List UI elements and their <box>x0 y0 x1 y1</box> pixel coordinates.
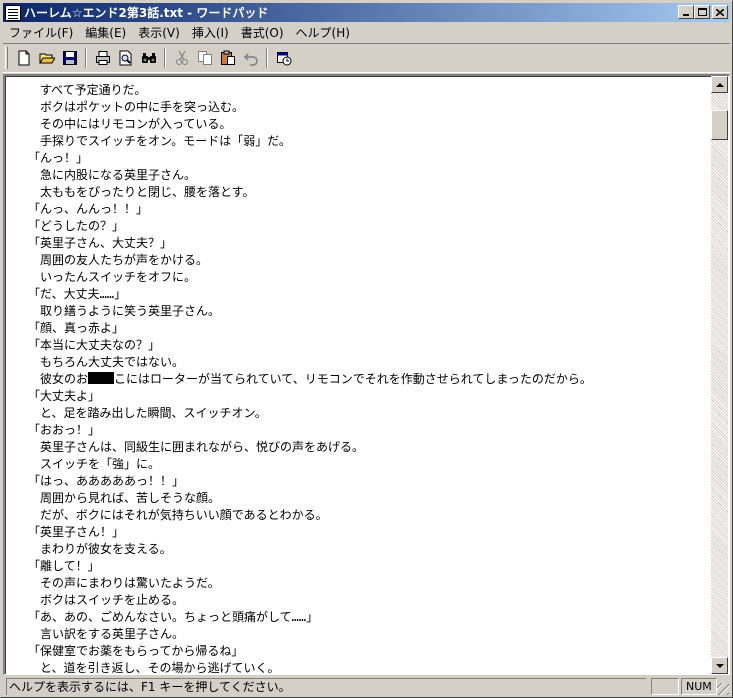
document-text-region[interactable]: すべて予定通りだ。 ボクはポケットの中に手を突っ込む。 その中にはリモコンが入っ… <box>5 76 712 674</box>
text-line[interactable]: と、道を引き返し、その場から逃げていく。 <box>28 660 592 674</box>
text-line[interactable]: 「英里子さん、大丈夫？」 <box>28 235 592 252</box>
text-line[interactable]: 「んっ！」 <box>28 150 592 167</box>
text-line[interactable]: 英里子さんは、同級生に囲まれながら、悦びの声をあげる。 <box>28 439 592 456</box>
text-line[interactable]: ボクはポケットの中に手を突っ込む。 <box>28 99 592 116</box>
menu-format[interactable]: 書式(O) <box>235 24 290 41</box>
paste-button[interactable] <box>216 47 239 69</box>
document-text[interactable]: すべて予定通りだ。 ボクはポケットの中に手を突っ込む。 その中にはリモコンが入っ… <box>28 82 592 674</box>
maximize-icon <box>697 8 707 16</box>
text-line[interactable]: ボクはスイッチを止める。 <box>28 592 592 609</box>
text-line[interactable]: 「離して！」 <box>28 558 592 575</box>
document-area[interactable]: すべて予定通りだ。 ボクはポケットの中に手を突っ込む。 その中にはリモコンが入っ… <box>3 74 730 675</box>
text-line[interactable]: 「英里子さん！」 <box>28 524 592 541</box>
arrow-up-icon <box>715 82 724 87</box>
scroll-up-button[interactable] <box>711 76 728 93</box>
cut-icon <box>175 50 188 65</box>
wordpad-window: ハーレム☆エンド2第3話.txt - ワードパッド ファイル(F) 編集(E) … <box>0 0 733 698</box>
text-line[interactable]: その声にまわりは驚いたようだ。 <box>28 575 592 592</box>
scroll-thumb[interactable] <box>711 110 728 140</box>
text-line[interactable]: まわりが彼女を支える。 <box>28 541 592 558</box>
close-icon <box>716 8 724 16</box>
copy-button[interactable] <box>193 47 216 69</box>
save-button[interactable] <box>58 47 81 69</box>
minimize-button[interactable] <box>678 5 694 19</box>
text-line[interactable]: 「あ、あの、ごめんなさい。ちょっと頭痛がして……」 <box>28 609 592 626</box>
wordpad-document-icon[interactable] <box>5 4 21 21</box>
toolbar-separator <box>266 48 268 68</box>
text-line[interactable]: 取り繕うように笑う英里子さん。 <box>28 303 592 320</box>
arrow-down-icon <box>715 663 724 668</box>
new-document-icon <box>18 50 29 66</box>
text-line[interactable]: 手探りでスイッチをオン。モードは「弱」だ。 <box>28 133 592 150</box>
new-button[interactable] <box>12 47 35 69</box>
text-line[interactable]: 「だ、大丈夫……」 <box>28 286 592 303</box>
text-line[interactable]: 「はっ、あああああっ！！」 <box>28 473 592 490</box>
text-line[interactable]: すべて予定通りだ。 <box>28 82 592 99</box>
text-line[interactable]: だが、ボクにはそれが気持ちいい顔であるとわかる。 <box>28 507 592 524</box>
close-button[interactable] <box>712 5 728 19</box>
text-line[interactable]: と、足を踏み出した瞬間、スイッチオン。 <box>28 405 592 422</box>
find-icon <box>141 53 156 63</box>
menu-file[interactable]: ファイル(F) <box>3 24 79 41</box>
vertical-scrollbar[interactable] <box>711 76 728 674</box>
text-line[interactable]: 言い訳をする英里子さん。 <box>28 626 592 643</box>
text-segment: こにはローターが当てられていて、リモコンでそれを作動させられてしまったのだから。 <box>114 372 592 386</box>
find-button[interactable] <box>137 47 160 69</box>
date-time-icon <box>276 52 291 66</box>
menu-edit[interactable]: 編集(E) <box>79 24 132 41</box>
print-button[interactable] <box>91 47 114 69</box>
text-line[interactable]: いったんスイッチをオフに。 <box>28 269 592 286</box>
maximize-button[interactable] <box>694 5 710 19</box>
print-icon <box>95 51 110 65</box>
menu-insert[interactable]: 挿入(I) <box>186 24 235 41</box>
undo-button[interactable] <box>239 47 262 69</box>
text-line[interactable]: スイッチを「強」に。 <box>28 456 592 473</box>
text-segment: 彼女のお <box>28 372 89 386</box>
status-panel-num: NUM <box>681 678 717 695</box>
title-bar[interactable]: ハーレム☆エンド2第3話.txt - ワードパッド <box>3 3 730 22</box>
scroll-down-button[interactable] <box>711 657 728 674</box>
save-icon <box>62 51 77 65</box>
window-controls <box>678 5 728 19</box>
text-line[interactable]: 「保健室でお薬をもらってから帰るね」 <box>28 643 592 660</box>
status-help-text: ヘルプを表示するには、F1 キーを押してください。 <box>6 678 646 695</box>
menu-view[interactable]: 表示(V) <box>132 24 186 41</box>
toolbar <box>5 46 295 70</box>
text-line[interactable]: 彼女のお こにはローターが当てられていて、リモコンでそれを作動させられてしまったの… <box>28 371 592 388</box>
menu-help[interactable]: ヘルプ(H) <box>290 24 356 41</box>
text-line[interactable]: 「んっ、んんっ！！」 <box>28 201 592 218</box>
status-bar: ヘルプを表示するには、F1 キーを押してください。 NUM <box>3 677 730 696</box>
text-line[interactable]: 「おおっ！」 <box>28 422 592 439</box>
open-folder-icon <box>38 53 55 64</box>
text-line[interactable]: その中にはリモコンが入っている。 <box>28 116 592 133</box>
open-button[interactable] <box>35 47 58 69</box>
text-line[interactable]: 急に内股になる英里子さん。 <box>28 167 592 184</box>
status-panel-caps <box>651 678 679 695</box>
print-preview-button[interactable] <box>114 47 137 69</box>
cut-button[interactable] <box>170 47 193 69</box>
copy-icon <box>197 51 212 65</box>
text-line[interactable]: 周囲の友人たちが声をかける。 <box>28 252 592 269</box>
text-line[interactable]: 太ももをぴったりと閉じ、腰を落とす。 <box>28 184 592 201</box>
redaction-block <box>88 372 115 384</box>
text-line[interactable]: もちろん大丈夫ではない。 <box>28 354 592 371</box>
toolbar-separator <box>164 48 166 68</box>
window-title: ハーレム☆エンド2第3話.txt - ワードパッド <box>24 6 269 20</box>
print-preview-icon <box>119 50 131 66</box>
toolbar-separator <box>85 48 87 68</box>
menu-bar: ファイル(F) 編集(E) 表示(V) 挿入(I) 書式(O) ヘルプ(H) <box>3 23 730 42</box>
date-time-button[interactable] <box>272 47 295 69</box>
text-line[interactable]: 「本当に大丈夫なの？」 <box>28 337 592 354</box>
minimize-icon <box>683 14 689 16</box>
text-line[interactable]: 周囲から見れば、苦しそうな顔。 <box>28 490 592 507</box>
paste-icon <box>220 50 235 65</box>
undo-icon <box>243 53 258 66</box>
size-grip[interactable] <box>717 683 729 695</box>
text-line[interactable]: 「どうしたの？」 <box>28 218 592 235</box>
text-line[interactable]: 「顔、真っ赤よ」 <box>28 320 592 337</box>
text-line[interactable]: 「大丈夫よ」 <box>28 388 592 405</box>
toolbar-grip[interactable] <box>5 47 8 69</box>
